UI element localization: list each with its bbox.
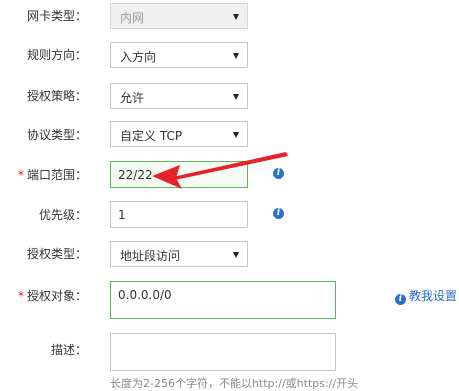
priority-label: 优先级： — [38, 208, 87, 222]
policy-select[interactable]: 允许 — [110, 83, 248, 109]
protocol-label: 协议类型： — [26, 128, 87, 142]
required-mark: * — [17, 168, 24, 182]
direction-value: 入方向 — [120, 50, 157, 64]
direction-label: 规则方向： — [26, 48, 87, 62]
chevron-down-icon — [233, 14, 239, 20]
info-icon[interactable]: i — [273, 208, 284, 219]
protocol-value: 自定义 TCP — [120, 129, 183, 143]
port-range-label-text: 端口范围： — [26, 168, 87, 182]
priority-value: 1 — [118, 208, 126, 222]
policy-label: 授权策略： — [26, 89, 87, 103]
description-hint: 长度为2-256个字符，不能以http://或https://开头 — [110, 377, 359, 390]
port-range-label: * 端口范围： — [0, 167, 87, 183]
chevron-down-icon — [233, 132, 239, 138]
info-icon: i — [395, 294, 406, 305]
direction-select[interactable]: 入方向 — [110, 42, 248, 68]
protocol-select[interactable]: 自定义 TCP — [110, 121, 248, 147]
help-link-text[interactable]: 教我设置 — [409, 289, 457, 303]
chevron-down-icon — [233, 252, 239, 258]
nic-type-label: 网卡类型： — [26, 9, 87, 23]
auth-object-label: * 授权对象： — [0, 288, 87, 304]
chevron-down-icon — [233, 94, 239, 100]
policy-value: 允许 — [120, 91, 145, 105]
description-textarea[interactable] — [110, 333, 336, 371]
nic-type-select[interactable]: 内网 — [110, 3, 248, 29]
port-range-value: 22/22 — [118, 168, 153, 182]
auth-object-textarea[interactable]: 0.0.0.0/0 — [110, 281, 336, 319]
required-mark: * — [17, 289, 24, 303]
description-label: 描述： — [50, 343, 87, 357]
port-range-input[interactable]: 22/22 — [110, 161, 248, 188]
auth-type-select[interactable]: 地址段访问 — [110, 241, 248, 267]
auth-type-label: 授权类型： — [26, 247, 87, 261]
help-link[interactable]: i 教我设置 — [395, 290, 457, 305]
auth-type-value: 地址段访问 — [120, 249, 181, 263]
priority-input[interactable]: 1 — [110, 201, 248, 228]
info-icon[interactable]: i — [273, 168, 284, 179]
auth-object-value: 0.0.0.0/0 — [118, 288, 172, 302]
auth-object-label-text: 授权对象： — [26, 289, 87, 303]
chevron-down-icon — [233, 53, 239, 59]
nic-type-value: 内网 — [120, 11, 145, 25]
